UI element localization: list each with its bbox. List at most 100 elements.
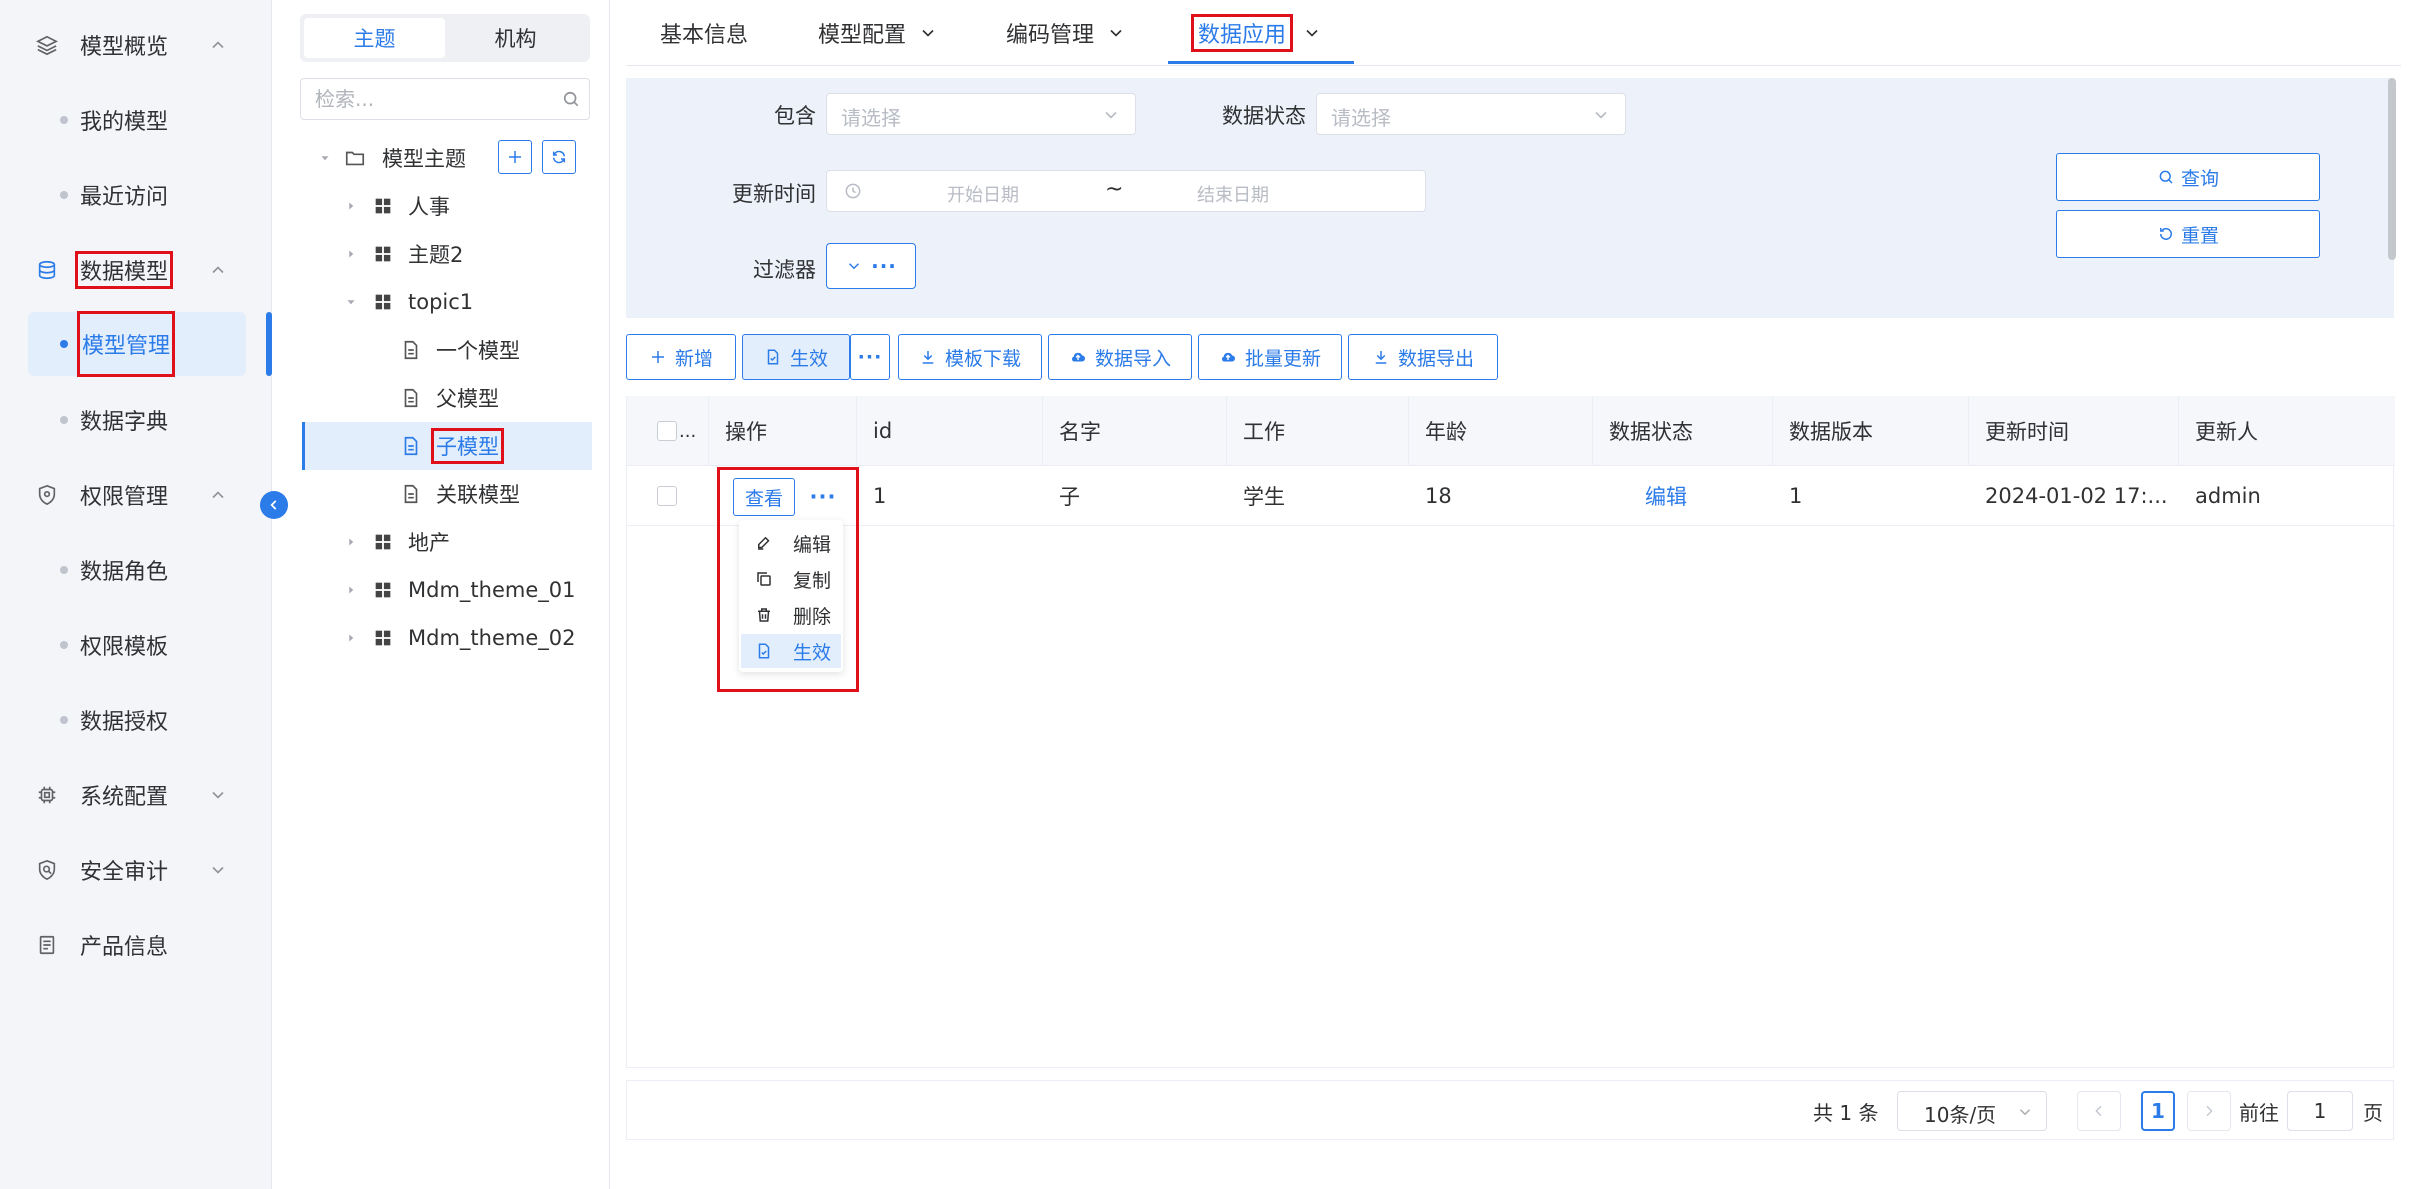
nav-permission-template[interactable]: 权限模板 — [0, 613, 272, 677]
query-button[interactable]: 查询 — [2056, 153, 2320, 201]
contains-select[interactable]: 请选择 — [826, 93, 1136, 135]
column-header[interactable]: 名字 — [1043, 396, 1227, 466]
tab-code-management[interactable]: 编码管理 — [1006, 0, 1126, 66]
filter-dropdown-button[interactable]: ··· — [826, 243, 916, 289]
nav-product-info[interactable]: 产品信息 — [0, 915, 272, 975]
tree-node-theme[interactable]: topic1 — [302, 278, 592, 326]
filter-label: 过滤器 — [753, 258, 816, 282]
tree-node-theme[interactable]: Mdm_theme_01 — [302, 566, 592, 614]
segment-organization[interactable]: 机构 — [445, 18, 586, 58]
chevron-up-icon — [212, 266, 224, 274]
nav-data-authorization[interactable]: 数据授权 — [0, 688, 272, 752]
reset-label: 重置 — [2180, 224, 2219, 247]
tree-node-theme[interactable]: 人事 — [302, 182, 592, 230]
data-import-button[interactable]: 数据导入 — [1048, 334, 1192, 380]
filter-scrollbar[interactable] — [2388, 78, 2396, 260]
row-action-menu: 编辑 复制 删除 生效 — [739, 520, 843, 672]
tree-node-theme[interactable]: 主题2 — [302, 230, 592, 278]
column-header[interactable]: 操作 — [709, 396, 857, 466]
nav-data-dictionary[interactable]: 数据字典 — [0, 388, 272, 452]
column-header[interactable]: 数据版本 — [1773, 396, 1969, 466]
row-checkbox[interactable] — [657, 486, 677, 506]
menu-item-copy[interactable]: 复制 — [741, 562, 841, 596]
chevron-left-icon — [2095, 1105, 2102, 1117]
menu-item-delete[interactable]: 删除 — [741, 598, 841, 632]
data-export-button[interactable]: 数据导出 — [1348, 334, 1498, 380]
tree-node-model-selected[interactable]: 子模型 — [302, 422, 592, 470]
menu-item-edit[interactable]: 编辑 — [741, 526, 841, 560]
date-separator: ~ — [1105, 177, 1124, 202]
menu-item-activate[interactable]: 生效 — [741, 634, 841, 668]
search-icon[interactable] — [561, 89, 581, 109]
column-header[interactable]: 年龄 — [1409, 396, 1593, 466]
nav-data-role[interactable]: 数据角色 — [0, 538, 272, 602]
add-theme-button[interactable] — [498, 140, 532, 174]
select-all-checkbox[interactable] — [657, 421, 677, 441]
chevron-down-icon — [212, 791, 224, 799]
table-header: ... 操作 id 名字 工作 年龄 数据状态 数据版本 更新时间 更新人 — [627, 396, 2395, 466]
update-time-range[interactable]: 开始日期 ~ 结束日期 — [826, 170, 1426, 212]
nav-label: 模型概览 — [80, 35, 169, 60]
nav-label: 我的模型 — [80, 110, 169, 135]
start-date[interactable]: 开始日期 — [947, 181, 1019, 207]
caret-right-icon[interactable] — [344, 631, 358, 645]
cell-status-edit-link[interactable]: 编辑 — [1593, 466, 1773, 526]
end-date[interactable]: 结束日期 — [1197, 181, 1269, 207]
column-header[interactable]: 数据状态 — [1593, 396, 1773, 466]
caret-right-icon[interactable] — [344, 247, 358, 261]
chevron-down-icon — [1595, 111, 1607, 119]
nav-model-management[interactable]: 模型管理 — [0, 311, 272, 377]
page-number-current[interactable]: 1 — [2141, 1091, 2175, 1131]
segment-theme[interactable]: 主题 — [304, 18, 445, 58]
next-page-button[interactable] — [2187, 1091, 2231, 1131]
collapse-sidebar-button[interactable] — [260, 491, 288, 519]
tree-search-input[interactable] — [301, 79, 541, 119]
select-all-header[interactable]: ... — [627, 396, 709, 466]
batch-update-button[interactable]: 批量更新 — [1198, 334, 1342, 380]
tree-node-model[interactable]: 父模型 — [302, 374, 592, 422]
template-download-button[interactable]: 模板下载 — [898, 334, 1042, 380]
tree-node-label: Mdm_theme_01 — [408, 578, 576, 602]
activate-button[interactable]: 生效 — [742, 334, 850, 380]
tab-data-application[interactable]: 数据应用 — [1190, 0, 1322, 66]
column-header[interactable]: 更新人 — [2179, 396, 2395, 466]
goto-page-input[interactable] — [2287, 1091, 2353, 1131]
nav-recent[interactable]: 最近访问 — [0, 163, 272, 227]
caret-down-icon[interactable] — [344, 295, 358, 309]
page-size-select[interactable]: 10条/页 — [1897, 1091, 2047, 1131]
prev-page-button[interactable] — [2077, 1091, 2121, 1131]
update-time-label: 更新时间 — [732, 182, 816, 206]
column-header[interactable]: 工作 — [1227, 396, 1409, 466]
nav-data-model[interactable]: 数据模型 — [0, 240, 272, 300]
tree-node-model[interactable]: 关联模型 — [302, 470, 592, 518]
caret-right-icon[interactable] — [344, 199, 358, 213]
data-status-select[interactable]: 请选择 — [1316, 93, 1626, 135]
column-header[interactable]: 更新时间 — [1969, 396, 2179, 466]
tree-node-model[interactable]: 一个模型 — [302, 326, 592, 374]
chevron-down-icon — [922, 29, 934, 37]
shield-icon — [34, 482, 60, 508]
cell-updater: admin — [2195, 484, 2261, 508]
activate-more-button[interactable]: ··· — [850, 334, 890, 380]
nav-security-audit[interactable]: 安全审计 — [0, 840, 272, 900]
tab-model-config[interactable]: 模型配置 — [818, 0, 938, 66]
column-header[interactable]: id — [857, 396, 1043, 466]
plus-icon — [651, 351, 664, 363]
caret-right-icon[interactable] — [344, 583, 358, 597]
database-icon — [34, 257, 60, 283]
add-button[interactable]: 新增 — [626, 334, 736, 380]
tree-node-theme[interactable]: Mdm_theme_02 — [302, 614, 592, 662]
reset-button[interactable]: 重置 — [2056, 210, 2320, 258]
tree-node-theme[interactable]: 地产 — [302, 518, 592, 566]
refresh-tree-button[interactable] — [542, 140, 576, 174]
nav-model-overview[interactable]: 模型概览 — [0, 15, 272, 75]
tab-basic-info[interactable]: 基本信息 — [660, 0, 748, 66]
nav-my-models[interactable]: 我的模型 — [0, 88, 272, 152]
caret-right-icon[interactable] — [344, 535, 358, 549]
tree-node-label: topic1 — [408, 290, 474, 314]
file-check-icon — [758, 643, 770, 659]
tree-segment-switch: 主题 机构 — [300, 14, 590, 62]
nav-system-config[interactable]: 系统配置 — [0, 765, 272, 825]
nav-permission[interactable]: 权限管理 — [0, 465, 272, 525]
caret-down-icon[interactable] — [318, 151, 332, 165]
